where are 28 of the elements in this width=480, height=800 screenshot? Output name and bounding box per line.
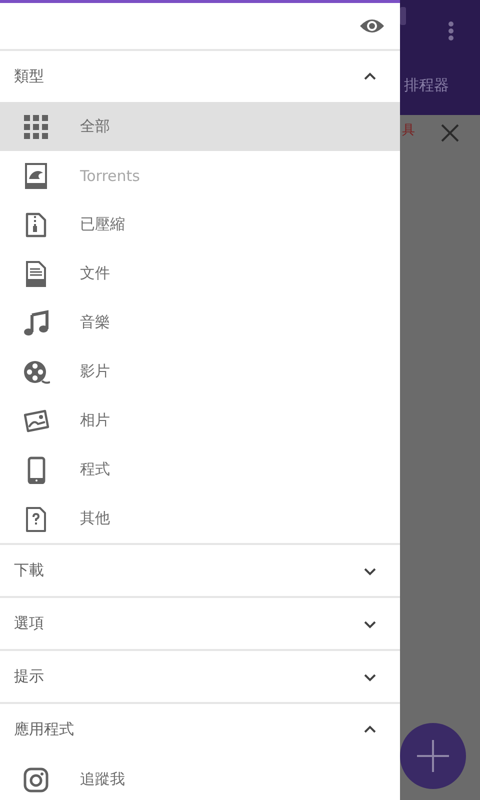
drawer-item[interactable]: 全部: [0, 102, 400, 151]
drawer-item[interactable]: 其他: [0, 494, 400, 543]
tab[interactable]: 排程器: [400, 76, 480, 95]
section-header[interactable]: 選項: [0, 598, 400, 649]
section-title: 提示: [14, 667, 44, 686]
section-title: 類型: [14, 67, 44, 86]
drawer-item[interactable]: 影片: [0, 347, 400, 396]
more-icon[interactable]: [448, 21, 454, 41]
section-title: 下載: [14, 561, 44, 580]
drawer-item[interactable]: 追蹤我: [0, 755, 400, 800]
file-wave-icon: [22, 162, 50, 190]
banner-text: 具: [402, 122, 415, 139]
section-header[interactable]: 應用程式: [0, 704, 400, 755]
music-note-icon: [22, 308, 50, 336]
drawer-item[interactable]: 文件: [0, 249, 400, 298]
section-header[interactable]: 類型: [0, 51, 400, 102]
section-header[interactable]: 下載: [0, 545, 400, 596]
plus-icon: [417, 740, 449, 772]
drawer-item[interactable]: 已壓縮: [0, 200, 400, 249]
drawer-item[interactable]: 程式: [0, 445, 400, 494]
grid-icon: [22, 112, 50, 140]
close-icon[interactable]: [440, 123, 460, 143]
section-header[interactable]: 提示: [0, 651, 400, 702]
camera-icon: [22, 766, 50, 794]
section-title: 選項: [14, 614, 44, 633]
section-title: 應用程式: [14, 720, 74, 739]
drawer-item[interactable]: 音樂: [0, 298, 400, 347]
drawer-item[interactable]: 相片: [0, 396, 400, 445]
